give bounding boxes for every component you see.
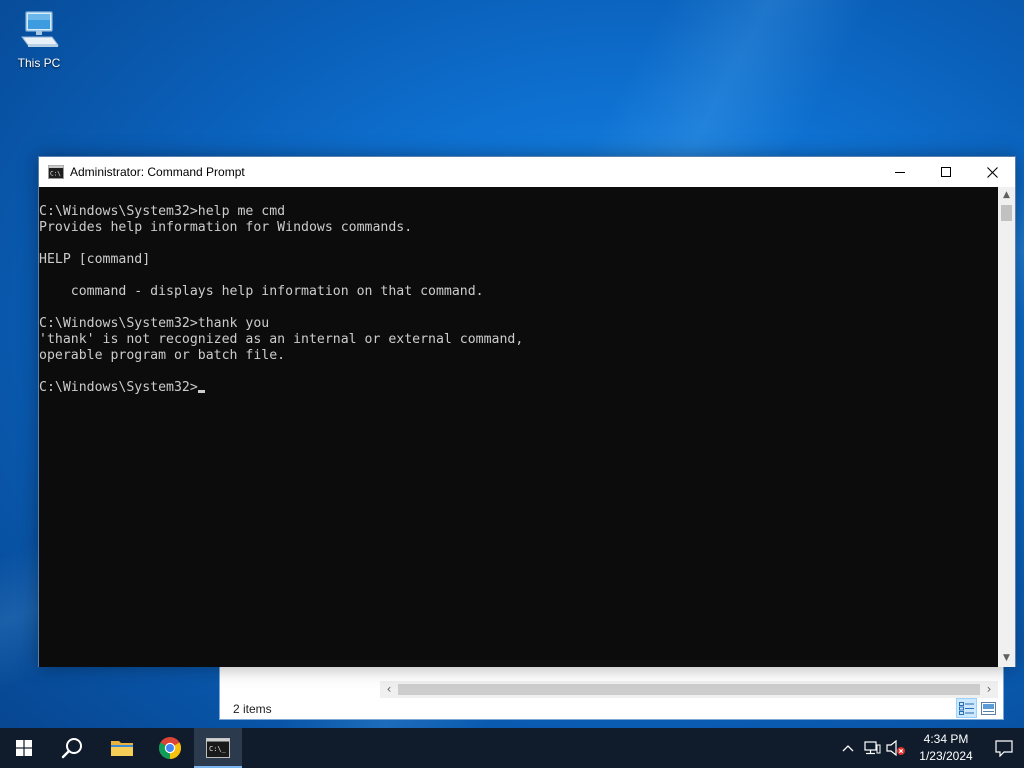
taskbar-chrome[interactable]	[146, 728, 194, 768]
clock-time: 4:34 PM	[923, 732, 969, 746]
show-hidden-icons-button[interactable]	[836, 728, 860, 768]
system-tray: 4:34 PM 1/23/2024	[836, 728, 1024, 768]
close-icon	[986, 166, 998, 178]
horizontal-scrollbar[interactable]: ‹ ›	[380, 681, 998, 698]
volume-button[interactable]	[884, 728, 908, 768]
network-icon	[863, 740, 880, 754]
chevron-up-icon	[842, 745, 854, 752]
minimize-button[interactable]	[877, 157, 923, 187]
scrollbar-thumb[interactable]	[1001, 205, 1012, 221]
svg-text:C:\_: C:\_	[209, 745, 227, 753]
vertical-scrollbar[interactable]: ▲ ▼	[998, 187, 1015, 667]
this-pc-icon	[21, 11, 59, 47]
command-prompt-icon: C:\	[48, 165, 64, 179]
console-output[interactable]: C:\Windows\System32>help me cmd Provides …	[39, 187, 1000, 667]
scrollbar-thumb[interactable]	[398, 684, 980, 695]
console-line: Provides help information for Windows co…	[39, 220, 413, 235]
maximize-icon	[941, 167, 951, 177]
status-bar-item-count: 2 items	[233, 702, 272, 716]
file-explorer-window: ‹ › 2 items	[219, 664, 1004, 720]
command-prompt-window[interactable]: C:\ Administrator: Command Prompt C:\Win…	[38, 156, 1016, 667]
console-prompt-line[interactable]: C:\Windows\System32>	[39, 380, 1000, 396]
console-line: command - displays help information on t…	[39, 284, 484, 299]
windows-start-icon	[16, 740, 32, 756]
details-view-button[interactable]	[956, 698, 977, 718]
scroll-left-button[interactable]: ‹	[380, 681, 398, 698]
minimize-icon	[895, 172, 905, 173]
large-icons-view-icon	[981, 701, 996, 715]
taskbar: C:\_ 4:34 PM 1/23/2024	[0, 728, 1024, 768]
large-icons-view-button[interactable]	[978, 698, 999, 718]
console-line: C:\Windows\System32>help me cmd	[39, 204, 286, 219]
start-button[interactable]	[0, 728, 48, 768]
details-view-icon	[959, 701, 974, 715]
maximize-button[interactable]	[923, 157, 969, 187]
folder-icon	[111, 741, 133, 756]
search-icon	[61, 738, 82, 759]
text-cursor	[197, 390, 205, 393]
action-center-button[interactable]	[984, 728, 1024, 768]
title-bar[interactable]: C:\ Administrator: Command Prompt	[39, 157, 1015, 187]
network-button[interactable]	[860, 728, 884, 768]
console-line: operable program or batch file.	[39, 348, 286, 363]
desktop-icon-label: This PC	[17, 56, 61, 70]
chrome-icon	[159, 737, 181, 759]
desktop-icon-this-pc[interactable]: This PC	[8, 8, 70, 76]
clock-date: 1/23/2024	[919, 749, 973, 763]
console-line: 'thank' is not recognized as an internal…	[39, 332, 524, 347]
scroll-down-button[interactable]: ▼	[998, 650, 1015, 667]
window-title: Administrator: Command Prompt	[70, 165, 245, 179]
close-button[interactable]	[969, 157, 1015, 187]
action-center-icon	[995, 739, 1013, 757]
volume-muted-icon	[886, 740, 905, 756]
scroll-right-button[interactable]: ›	[980, 681, 998, 698]
search-button[interactable]	[48, 728, 96, 768]
command-prompt-icon: C:\_	[206, 738, 230, 758]
console-prompt: C:\Windows\System32>	[39, 380, 198, 395]
scroll-up-button[interactable]: ▲	[998, 187, 1015, 204]
console-line: HELP [command]	[39, 252, 151, 267]
taskbar-command-prompt[interactable]: C:\_	[194, 728, 242, 768]
console-line: C:\Windows\System32>thank you	[39, 316, 270, 331]
svg-text:C:\: C:\	[50, 171, 61, 178]
taskbar-file-explorer[interactable]	[98, 728, 146, 768]
taskbar-clock[interactable]: 4:34 PM 1/23/2024	[908, 728, 984, 768]
console-text: C:\Windows\System32>help me cmd Provides …	[39, 187, 1000, 396]
